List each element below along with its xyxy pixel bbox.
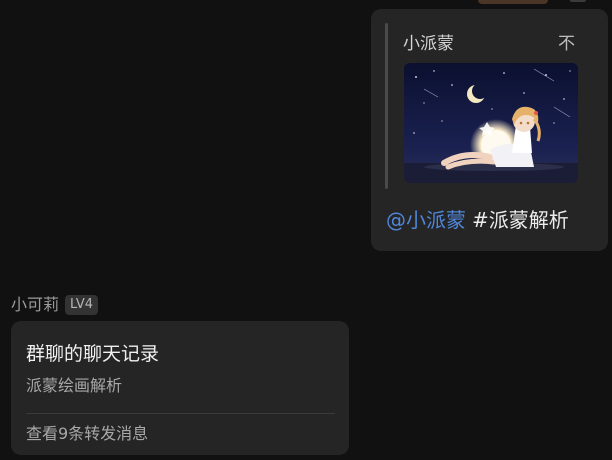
previous-message-fragment bbox=[478, 0, 548, 4]
forwarded-chat-card[interactable]: 群聊的聊天记录 派蒙绘画解析 查看9条转发消息 bbox=[11, 321, 349, 455]
quoted-sender-name: 小派蒙 bbox=[403, 34, 454, 54]
forwarded-chat-title: 群聊的聊天记录 bbox=[26, 343, 160, 365]
view-forwarded-messages-link[interactable]: 查看9条转发消息 bbox=[26, 423, 148, 445]
level-badge: LV4 bbox=[65, 295, 98, 315]
hashtag-text[interactable]: #派蒙解析 bbox=[472, 208, 569, 232]
reply-text: @小派蒙 #派蒙解析 bbox=[386, 207, 569, 233]
sender-name[interactable]: 小可莉 bbox=[11, 295, 59, 315]
reply-message-bubble[interactable]: 小派蒙 不 @小派蒙 #派蒙解析 bbox=[371, 9, 608, 251]
sender-header: 小可莉 LV4 bbox=[11, 294, 98, 316]
quoted-trailing-text: 不 bbox=[558, 34, 575, 54]
anime-girl-moon-illustration-icon bbox=[404, 63, 578, 183]
chat-view: 小派蒙 不 @小派蒙 #派蒙解析 小可莉 LV4 群聊的聊天记录 派蒙绘画解析 … bbox=[0, 0, 612, 460]
mention-link[interactable]: @小派蒙 bbox=[386, 208, 466, 232]
quoted-image[interactable] bbox=[404, 63, 578, 183]
quote-bar bbox=[385, 23, 388, 189]
card-divider bbox=[26, 413, 335, 414]
previous-message-fragment-2 bbox=[570, 0, 586, 2]
forwarded-chat-preview: 派蒙绘画解析 bbox=[26, 376, 123, 395]
